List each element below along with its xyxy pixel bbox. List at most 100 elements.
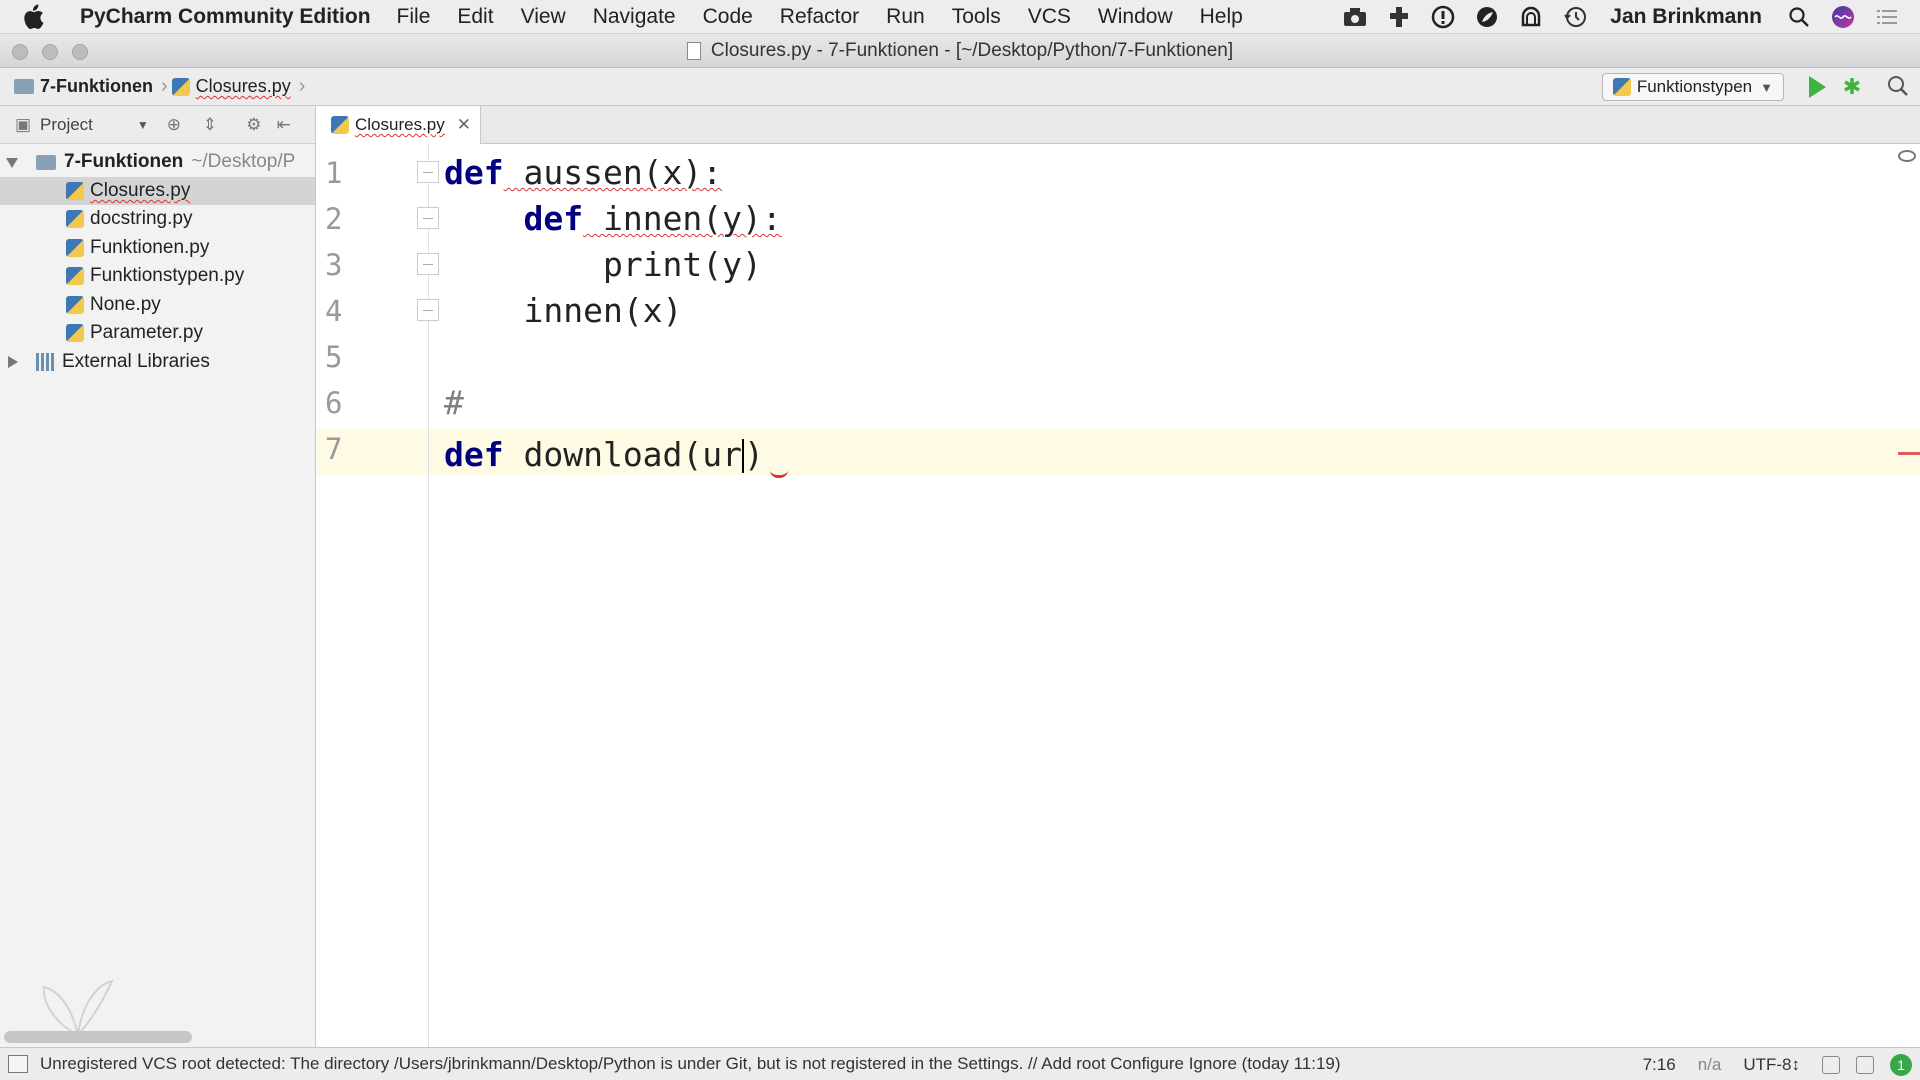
tree-file-label: None.py (90, 293, 161, 315)
menu-tools[interactable]: Tools (952, 5, 1001, 29)
code-text: print(y) (602, 245, 762, 284)
window-title: Closures.py - 7-Funktionen - [~/Desktop/… (710, 39, 1234, 61)
menu-file[interactable]: File (397, 5, 431, 29)
line-number: 5 (325, 340, 343, 374)
siri-icon[interactable] (1828, 2, 1858, 32)
eye-icon[interactable] (1898, 150, 1916, 162)
code-line-4: innen(x) (444, 288, 682, 334)
tree-root-folder[interactable]: 7-Funktionen ~/Desktop/P (0, 148, 315, 177)
bell-icon[interactable] (1516, 2, 1546, 32)
close-window-button[interactable] (12, 44, 28, 60)
menu-help[interactable]: Help (1200, 5, 1243, 29)
leaf-icon[interactable] (1472, 2, 1502, 32)
lock-icon[interactable] (1822, 1055, 1840, 1074)
horizontal-scrollbar[interactable] (4, 1031, 192, 1043)
python-file-icon (66, 324, 84, 343)
tree-root-label: 7-Funktionen (64, 151, 184, 173)
info-icon[interactable] (1428, 2, 1458, 32)
line-number: 2 (325, 202, 343, 236)
time-machine-icon[interactable] (1560, 2, 1590, 32)
tree-file-label: Parameter.py (90, 322, 203, 344)
collapse-all-icon[interactable]: ⇕ (199, 114, 221, 136)
zoom-window-button[interactable] (72, 44, 88, 60)
code-line-6: # (444, 380, 464, 426)
python-file-icon (1612, 78, 1631, 96)
gear-icon[interactable]: ⚙ (243, 114, 265, 136)
status-bar: Unregistered VCS root detected: The dire… (0, 1047, 1920, 1080)
menu-run[interactable]: Run (886, 5, 925, 29)
minimize-window-button[interactable] (42, 44, 58, 60)
code-line-7: def download(ur) (444, 432, 788, 478)
app-name-menu[interactable]: PyCharm Community Edition (80, 5, 371, 29)
camera-icon[interactable] (1340, 2, 1370, 32)
expand-arrow-icon[interactable] (6, 158, 18, 168)
run-configuration-label: Funktionstypen (1636, 77, 1753, 96)
menu-edit[interactable]: Edit (457, 5, 493, 29)
keyword: def (523, 199, 584, 238)
tree-file-none[interactable]: None.py (0, 291, 315, 320)
menu-navigate[interactable]: Navigate (593, 5, 676, 29)
search-icon[interactable] (1784, 2, 1814, 32)
error-stripe-marker[interactable] (1898, 452, 1920, 455)
breadcrumb-file-label: Closures.py (195, 76, 291, 96)
python-file-icon (66, 295, 84, 314)
tree-file-funktionen[interactable]: Funktionen.py (0, 234, 315, 263)
tree-file-label: docstring.py (90, 208, 193, 230)
file-encoding[interactable]: UTF-8↕ (1743, 1055, 1800, 1075)
user-name[interactable]: Jan Brinkmann (1610, 5, 1762, 29)
search-everywhere-icon[interactable] (1886, 74, 1912, 100)
breadcrumb-project-label: 7-Funktionen (40, 76, 153, 96)
chevron-right-icon: › (161, 75, 168, 97)
menu-code[interactable]: Code (703, 5, 753, 29)
code-text: download(ur (503, 435, 743, 474)
collapse-arrow-icon[interactable] (8, 355, 18, 368)
python-file-icon (66, 210, 84, 229)
caret-position[interactable]: 7:16 (1643, 1055, 1676, 1075)
comment: # (444, 383, 464, 422)
line-separator-status[interactable]: n/a (1698, 1055, 1722, 1075)
tab-closures[interactable]: Closures.py ✕ (317, 106, 481, 144)
tree-file-closures[interactable]: Closures.py (0, 176, 315, 205)
code-text: innen(y): (583, 199, 782, 238)
line-number: 6 (325, 386, 343, 420)
breadcrumb-project[interactable]: 7-Funktionen › (0, 68, 172, 106)
notification-list-icon[interactable] (1872, 2, 1902, 32)
folder-icon (14, 79, 34, 94)
tree-file-label: Funktionen.py (90, 236, 210, 258)
keyword: def (444, 435, 504, 474)
tree-file-funktionstypen[interactable]: Funktionstypen.py (0, 262, 315, 291)
inspector-icon[interactable] (1856, 1055, 1874, 1074)
code-editor[interactable]: def aussen(x): def innen(y): print(y) in… (430, 144, 1920, 1047)
code-line-1: def aussen(x): (444, 150, 722, 196)
status-widgets: 7:16 n/a UTF-8↕ 1 (1643, 1048, 1920, 1080)
python-file-icon (171, 77, 190, 96)
hide-panel-icon[interactable]: ⇤ (273, 114, 295, 136)
locate-target-icon[interactable]: ⊕ (163, 114, 185, 136)
puzzle-icon[interactable] (1384, 2, 1414, 32)
menu-window[interactable]: Window (1098, 5, 1173, 29)
tree-file-docstring[interactable]: docstring.py (0, 205, 315, 234)
editor-tab-bar: Closures.py ✕ (317, 106, 1920, 144)
event-log-badge[interactable]: 1 (1890, 1053, 1912, 1076)
project-view-label[interactable]: Project (40, 115, 93, 135)
line-number: 4 (325, 294, 343, 328)
project-view-icon: ▣ (14, 114, 32, 134)
menu-refactor[interactable]: Refactor (780, 5, 859, 29)
tree-file-parameter[interactable]: Parameter.py (0, 319, 315, 348)
code-text: ) (744, 435, 764, 474)
run-icon[interactable] (1809, 76, 1826, 98)
run-configuration-dropdown[interactable]: Funktionstypen ▼ (1601, 73, 1784, 101)
tree-external-label: External Libraries (62, 350, 210, 372)
apple-icon[interactable] (22, 3, 68, 30)
breadcrumb-file[interactable]: Closures.py › (171, 68, 310, 106)
chevron-down-icon: ▼ (1760, 79, 1773, 95)
tree-file-label: Closures.py (90, 179, 191, 201)
close-icon[interactable]: ✕ (457, 115, 471, 135)
status-message[interactable]: Unregistered VCS root detected: The dire… (40, 1054, 1341, 1074)
tree-external-libraries[interactable]: External Libraries (0, 348, 315, 377)
menu-view[interactable]: View (521, 5, 566, 29)
tool-window-toggle-icon[interactable] (8, 1055, 28, 1073)
chevron-down-icon[interactable]: ▼ (137, 118, 149, 132)
menu-vcs[interactable]: VCS (1028, 5, 1071, 29)
debug-bug-icon[interactable]: ✱ (1840, 75, 1864, 99)
